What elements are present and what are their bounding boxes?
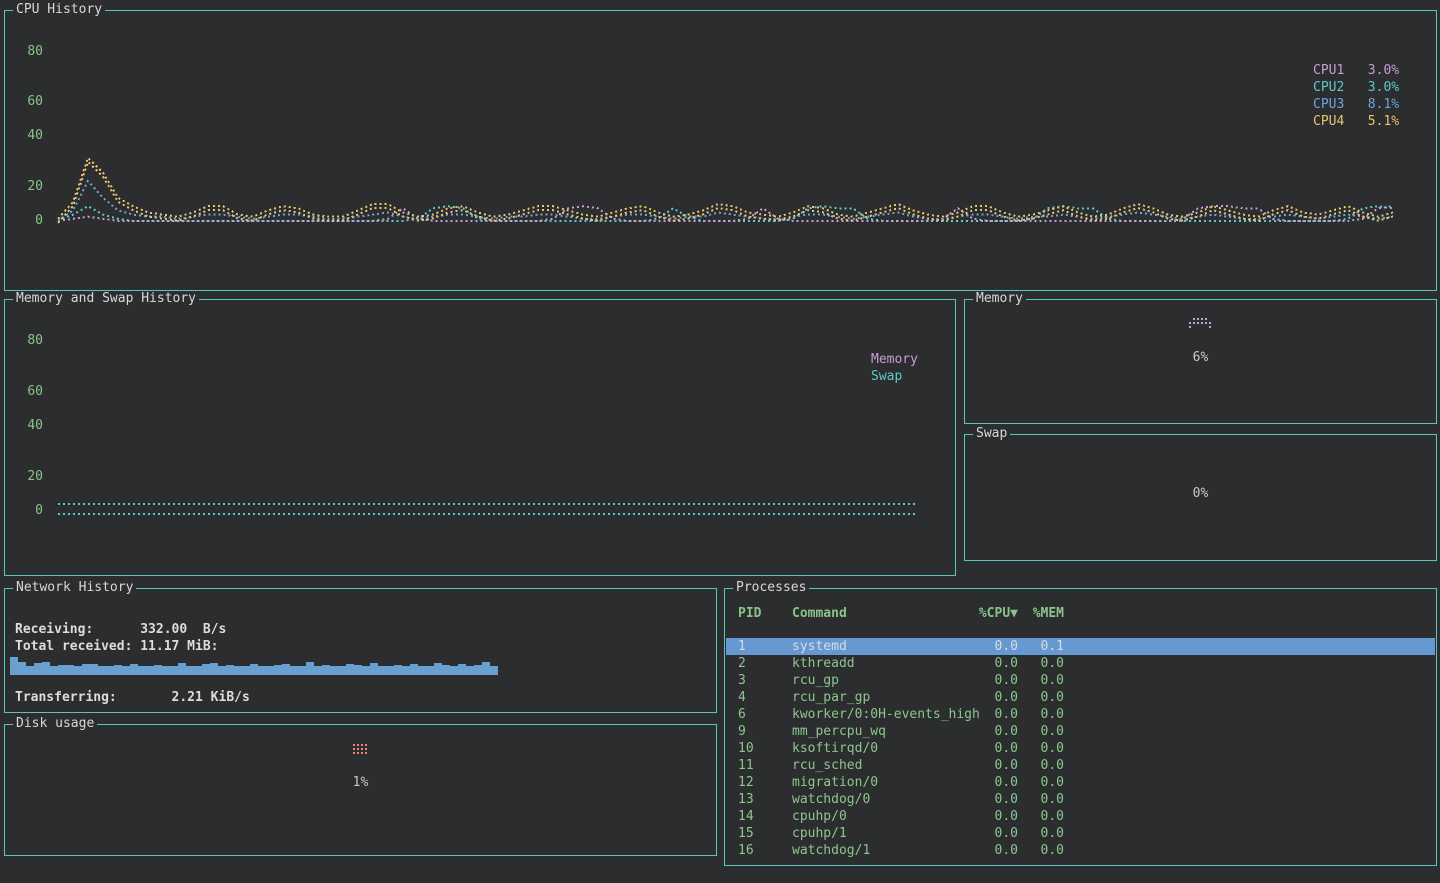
process-mem: 0.0 — [984, 774, 1064, 791]
process-mem: 0.0 — [984, 723, 1064, 740]
process-mem: 0.0 — [984, 740, 1064, 757]
legend-item-cpu4: CPU4 5.1% — [1313, 113, 1399, 130]
cpu-history-chart — [50, 46, 1400, 246]
process-row[interactable]: 4rcu_par_gp0.00.0 — [726, 689, 1435, 706]
process-row[interactable]: 14cpuhp/00.00.0 — [726, 808, 1435, 825]
network-history-panel: Network History Receiving: 332.00 B/s To… — [4, 588, 717, 713]
cpu-history-panel: CPU History 806040200 CPU1 3.0%CPU2 3.0%… — [4, 10, 1437, 291]
process-row[interactable]: 2kthreadd0.00.0 — [726, 655, 1435, 672]
processes-table-body: 1systemd0.00.12kthreadd0.00.03rcu_gp0.00… — [726, 638, 1435, 859]
processes-title: Processes — [733, 580, 809, 596]
swap-percent-value: 0% — [965, 486, 1436, 502]
axis-tick-label: 40 — [13, 418, 43, 434]
legend-item-memory: Memory — [871, 351, 918, 368]
process-pid: 16 — [738, 842, 786, 859]
memory-swap-history-title: Memory and Swap History — [13, 291, 199, 307]
axis-tick-label: 60 — [13, 94, 43, 110]
disk-usage-icon — [353, 744, 369, 756]
legend-item-cpu1: CPU1 3.0% — [1313, 62, 1399, 79]
process-mem: 0.0 — [984, 842, 1064, 859]
legend-item-cpu2: CPU2 3.0% — [1313, 79, 1399, 96]
axis-tick-label: 0 — [13, 503, 43, 519]
process-row[interactable]: 11rcu_sched0.00.0 — [726, 757, 1435, 774]
memory-swap-history-panel: Memory and Swap History 806040200 Memory… — [4, 299, 956, 576]
process-pid: 6 — [738, 706, 786, 723]
cpu-history-title: CPU History — [13, 2, 105, 18]
process-mem: 0.0 — [984, 808, 1064, 825]
memory-percent-value: 6% — [965, 350, 1436, 366]
axis-tick-label: 0 — [13, 213, 43, 229]
legend-item-swap: Swap — [871, 368, 902, 385]
process-pid: 15 — [738, 825, 786, 842]
process-pid: 1 — [738, 638, 786, 655]
process-mem: 0.0 — [984, 655, 1064, 672]
system-monitor-screen: { "app": { "background": "#2b2d2e", "bor… — [0, 0, 1440, 883]
process-row[interactable]: 13watchdog/00.00.0 — [726, 791, 1435, 808]
process-mem: 0.1 — [984, 638, 1064, 655]
disk-usage-panel: Disk usage 1% — [4, 724, 717, 856]
disk-usage-title: Disk usage — [13, 716, 97, 732]
process-mem: 0.0 — [984, 672, 1064, 689]
memory-gauge-title: Memory — [973, 291, 1026, 307]
disk-percent-value: 1% — [5, 775, 716, 791]
axis-tick-label: 60 — [13, 384, 43, 400]
axis-tick-label: 20 — [13, 469, 43, 485]
process-mem: 0.0 — [984, 791, 1064, 808]
memory-gauge-icon — [1189, 318, 1213, 330]
process-row[interactable]: 3rcu_gp0.00.0 — [726, 672, 1435, 689]
swap-gauge-panel: Swap 0% — [964, 434, 1437, 561]
process-row[interactable]: 15cpuhp/10.00.0 — [726, 825, 1435, 842]
process-pid: 3 — [738, 672, 786, 689]
series-cpu4 — [58, 158, 1393, 219]
column-header-mem[interactable]: %MEM — [984, 605, 1064, 622]
process-mem: 0.0 — [984, 825, 1064, 842]
process-mem: 0.0 — [984, 706, 1064, 723]
process-row[interactable]: 10ksoftirqd/00.00.0 — [726, 740, 1435, 757]
axis-tick-label: 40 — [13, 128, 43, 144]
process-row[interactable]: 1systemd0.00.1 — [726, 638, 1435, 655]
network-receiving-line: Receiving: 332.00 B/s — [15, 621, 226, 638]
process-pid: 10 — [738, 740, 786, 757]
process-row[interactable]: 16watchdog/10.00.0 — [726, 842, 1435, 859]
process-mem: 0.0 — [984, 689, 1064, 706]
processes-panel: Processes PID Command %CPU▼ %MEM 1system… — [724, 588, 1437, 866]
swap-gauge-title: Swap — [973, 426, 1010, 442]
axis-tick-label: 20 — [13, 179, 43, 195]
memory-swap-history-chart — [50, 335, 950, 535]
legend-item-cpu3: CPU3 8.1% — [1313, 96, 1399, 113]
network-history-title: Network History — [13, 580, 136, 596]
process-pid: 9 — [738, 723, 786, 740]
axis-tick-label: 80 — [13, 333, 43, 349]
network-transferring-line: Transferring: 2.21 KiB/s — [15, 689, 250, 706]
process-pid: 2 — [738, 655, 786, 672]
process-mem: 0.0 — [984, 757, 1064, 774]
process-pid: 13 — [738, 791, 786, 808]
process-row[interactable]: 9mm_percpu_wq0.00.0 — [726, 723, 1435, 740]
process-pid: 11 — [738, 757, 786, 774]
column-header-pid[interactable]: PID — [738, 605, 786, 622]
process-pid: 4 — [738, 689, 786, 706]
process-row[interactable]: 12migration/00.00.0 — [726, 774, 1435, 791]
axis-tick-label: 80 — [13, 44, 43, 60]
process-pid: 12 — [738, 774, 786, 791]
process-row[interactable]: 6kworker/0:0H-events_high0.00.0 — [726, 706, 1435, 723]
memory-gauge-panel: Memory 6% — [964, 299, 1437, 424]
processes-header-row: PID Command %CPU▼ %MEM — [726, 605, 1435, 622]
process-pid: 14 — [738, 808, 786, 825]
network-usage-sparkline — [10, 651, 498, 675]
